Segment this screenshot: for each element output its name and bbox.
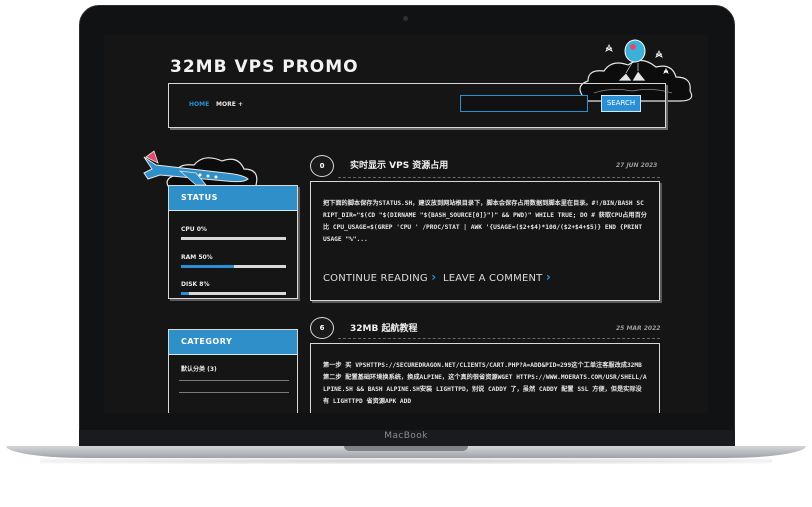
post-date: 27 JUN 2023	[616, 162, 658, 169]
status-widget: STATUS CPU 0% RAM 50% DISK 8%	[168, 185, 298, 299]
category-divider	[179, 380, 289, 381]
category-heading: CATEGORY	[169, 330, 297, 355]
laptop-shadow	[40, 458, 772, 464]
chevron-right-icon: ›	[431, 270, 437, 284]
navigation-bar: HOME MORE + SEARCH	[168, 83, 666, 128]
post-date: 25 MAR 2022	[616, 325, 661, 332]
cpu-label: CPU 0%	[181, 226, 207, 233]
chevron-right-icon: ›	[545, 270, 552, 284]
comment-count-badge[interactable]: 0	[310, 155, 334, 177]
disk-bar	[181, 292, 286, 295]
category-divider	[179, 392, 289, 393]
laptop-notch	[344, 446, 468, 451]
category-item[interactable]: 默认分类 (3)	[181, 364, 217, 373]
comment-count-badge[interactable]: 6	[310, 317, 334, 339]
status-heading: STATUS	[169, 186, 297, 211]
ram-bar	[181, 265, 286, 268]
post-title[interactable]: 32MB 起航教程	[350, 321, 417, 334]
post-excerpt: 第一步 买 VPSHTTPS://SECUREDRAGON.NET/CLIENT…	[323, 362, 647, 405]
site-title[interactable]: 32MB VPS PROMO	[170, 57, 359, 77]
continue-reading-link[interactable]: CONTINUE READING ›	[323, 270, 436, 284]
cpu-bar	[181, 237, 286, 240]
search-button[interactable]: SEARCH	[601, 95, 641, 112]
post-title[interactable]: 实时显示 VPS 资源占用	[350, 158, 448, 171]
leave-comment-link[interactable]: LEAVE A COMMENT ›	[443, 270, 551, 284]
nav-more-link[interactable]: MORE +	[216, 101, 243, 108]
continue-reading-label: CONTINUE READING	[323, 273, 428, 284]
post-body: 把下面的脚本保存为STATUS.SH，建议放到网站根目录下，脚本会保存占用数据到…	[310, 181, 660, 301]
post-excerpt: 把下面的脚本保存为STATUS.SH，建议放到网站根目录下，脚本会保存占用数据到…	[323, 200, 647, 243]
ram-bar-fill	[181, 265, 234, 268]
device-brand: MacBook	[384, 431, 428, 441]
post-divider	[338, 338, 660, 340]
screen: 32MB VPS PROMO HOME MORE + SEARCH STATUS…	[104, 35, 708, 413]
nav-home-link[interactable]: HOME	[189, 101, 209, 108]
post-divider	[338, 177, 660, 179]
camera-icon	[403, 16, 408, 21]
disk-bar-fill	[181, 292, 190, 295]
disk-label: DISK 8%	[181, 281, 210, 288]
category-widget: CATEGORY 默认分类 (3)	[168, 329, 298, 413]
post-body: 第一步 买 VPSHTTPS://SECUREDRAGON.NET/CLIENT…	[310, 343, 660, 413]
leave-comment-label: LEAVE A COMMENT	[443, 273, 543, 284]
ram-label: RAM 50%	[181, 254, 213, 261]
search-input[interactable]	[460, 95, 588, 112]
